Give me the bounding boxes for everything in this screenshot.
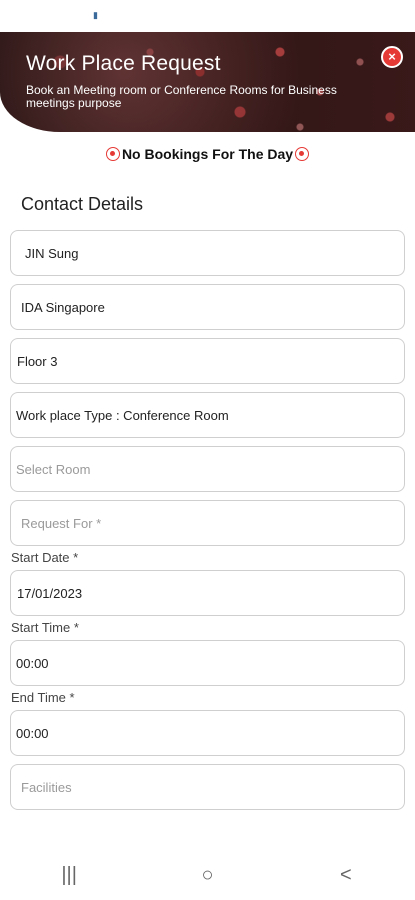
status-bar: ▮ <box>0 0 415 32</box>
end-time-label: End Time * <box>11 690 75 705</box>
home-icon[interactable]: ○ <box>187 864 227 887</box>
request-form: JIN Sung IDA Singapore Floor 3 Work plac… <box>0 230 415 810</box>
record-icon <box>105 147 120 161</box>
back-icon[interactable]: < <box>326 864 366 887</box>
name-field[interactable]: JIN Sung <box>10 230 405 276</box>
end-time-field[interactable]: 00:00 <box>10 710 405 756</box>
booking-status-text: No Bookings For The Day <box>121 146 294 162</box>
recents-icon[interactable]: ||| <box>49 864 89 887</box>
request-for-field[interactable]: Request For * <box>10 500 405 546</box>
page-title: Work Place Request <box>26 52 221 75</box>
start-time-label: Start Time * <box>11 620 79 635</box>
close-icon[interactable]: × <box>381 46 403 68</box>
page-subtitle: Book an Meeting room or Conference Rooms… <box>26 83 337 110</box>
facilities-field[interactable]: Facilities <box>10 764 405 810</box>
start-time-field[interactable]: 00:00 <box>10 640 405 686</box>
company-field[interactable]: IDA Singapore <box>10 284 405 330</box>
start-date-field[interactable]: 17/01/2023 <box>10 570 405 616</box>
header-banner: Work Place Request Book an Meeting room … <box>0 32 415 132</box>
system-nav-bar: ||| ○ < <box>0 850 415 900</box>
floor-field[interactable]: Floor 3 <box>10 338 405 384</box>
workplace-type-field[interactable]: Work place Type : Conference Room <box>10 392 405 438</box>
section-title: Contact Details <box>21 194 144 214</box>
notification-icon: ▮ <box>93 10 98 20</box>
start-date-label: Start Date * <box>11 550 79 565</box>
select-room-field[interactable]: Select Room <box>10 446 405 492</box>
record-icon <box>295 147 310 161</box>
booking-status: No Bookings For The Day <box>0 132 415 176</box>
